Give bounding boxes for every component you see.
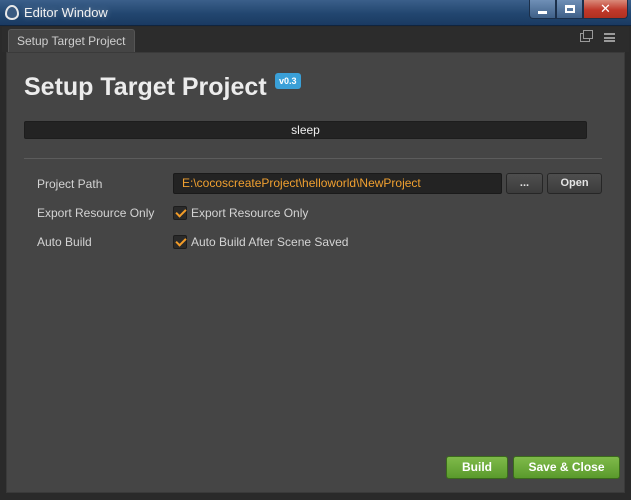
popout-icon[interactable] — [580, 30, 593, 42]
maximize-button[interactable] — [556, 0, 583, 19]
project-path-input[interactable]: E:\cocoscreateProject\helloworld\NewProj… — [173, 173, 502, 194]
export-resource-only-label: Export Resource Only — [37, 206, 155, 220]
window-title: Editor Window — [24, 5, 108, 20]
setup-panel: Setup Target Project v0.3 sleep Project … — [6, 52, 625, 493]
window-titlebar: Editor Window ✕ — [0, 0, 631, 26]
app-drop-icon — [5, 5, 19, 20]
divider — [24, 158, 602, 159]
save-and-close-button[interactable]: Save & Close — [513, 456, 620, 479]
minimize-button[interactable] — [529, 0, 556, 19]
panel-tab-strip: Setup Target Project — [2, 27, 629, 53]
export-resource-only-checkbox[interactable] — [173, 206, 187, 220]
close-icon: ✕ — [600, 1, 611, 16]
window-controls: ✕ — [529, 0, 628, 19]
auto-build-label: Auto Build — [37, 235, 92, 249]
export-resource-only-checkbox-row[interactable]: Export Resource Only — [173, 206, 308, 220]
version-badge: v0.3 — [275, 73, 301, 89]
maximize-icon — [564, 5, 575, 13]
project-path-label: Project Path — [37, 177, 103, 191]
tab-setup-target-project[interactable]: Setup Target Project — [8, 29, 135, 53]
menu-icon[interactable] — [604, 33, 615, 42]
open-button[interactable]: Open — [547, 173, 602, 194]
close-button[interactable]: ✕ — [583, 0, 628, 19]
build-button[interactable]: Build — [446, 456, 508, 479]
minimize-icon — [538, 10, 547, 14]
auto-build-checkbox-row[interactable]: Auto Build After Scene Saved — [173, 235, 348, 249]
tab-tools — [580, 30, 615, 42]
auto-build-checkbox-label[interactable]: Auto Build After Scene Saved — [191, 235, 348, 249]
status-bar: sleep — [24, 121, 587, 139]
auto-build-checkbox[interactable] — [173, 235, 187, 249]
page-title: Setup Target Project — [24, 73, 267, 101]
browse-button[interactable]: ... — [506, 173, 543, 194]
export-resource-only-checkbox-label[interactable]: Export Resource Only — [191, 206, 308, 220]
